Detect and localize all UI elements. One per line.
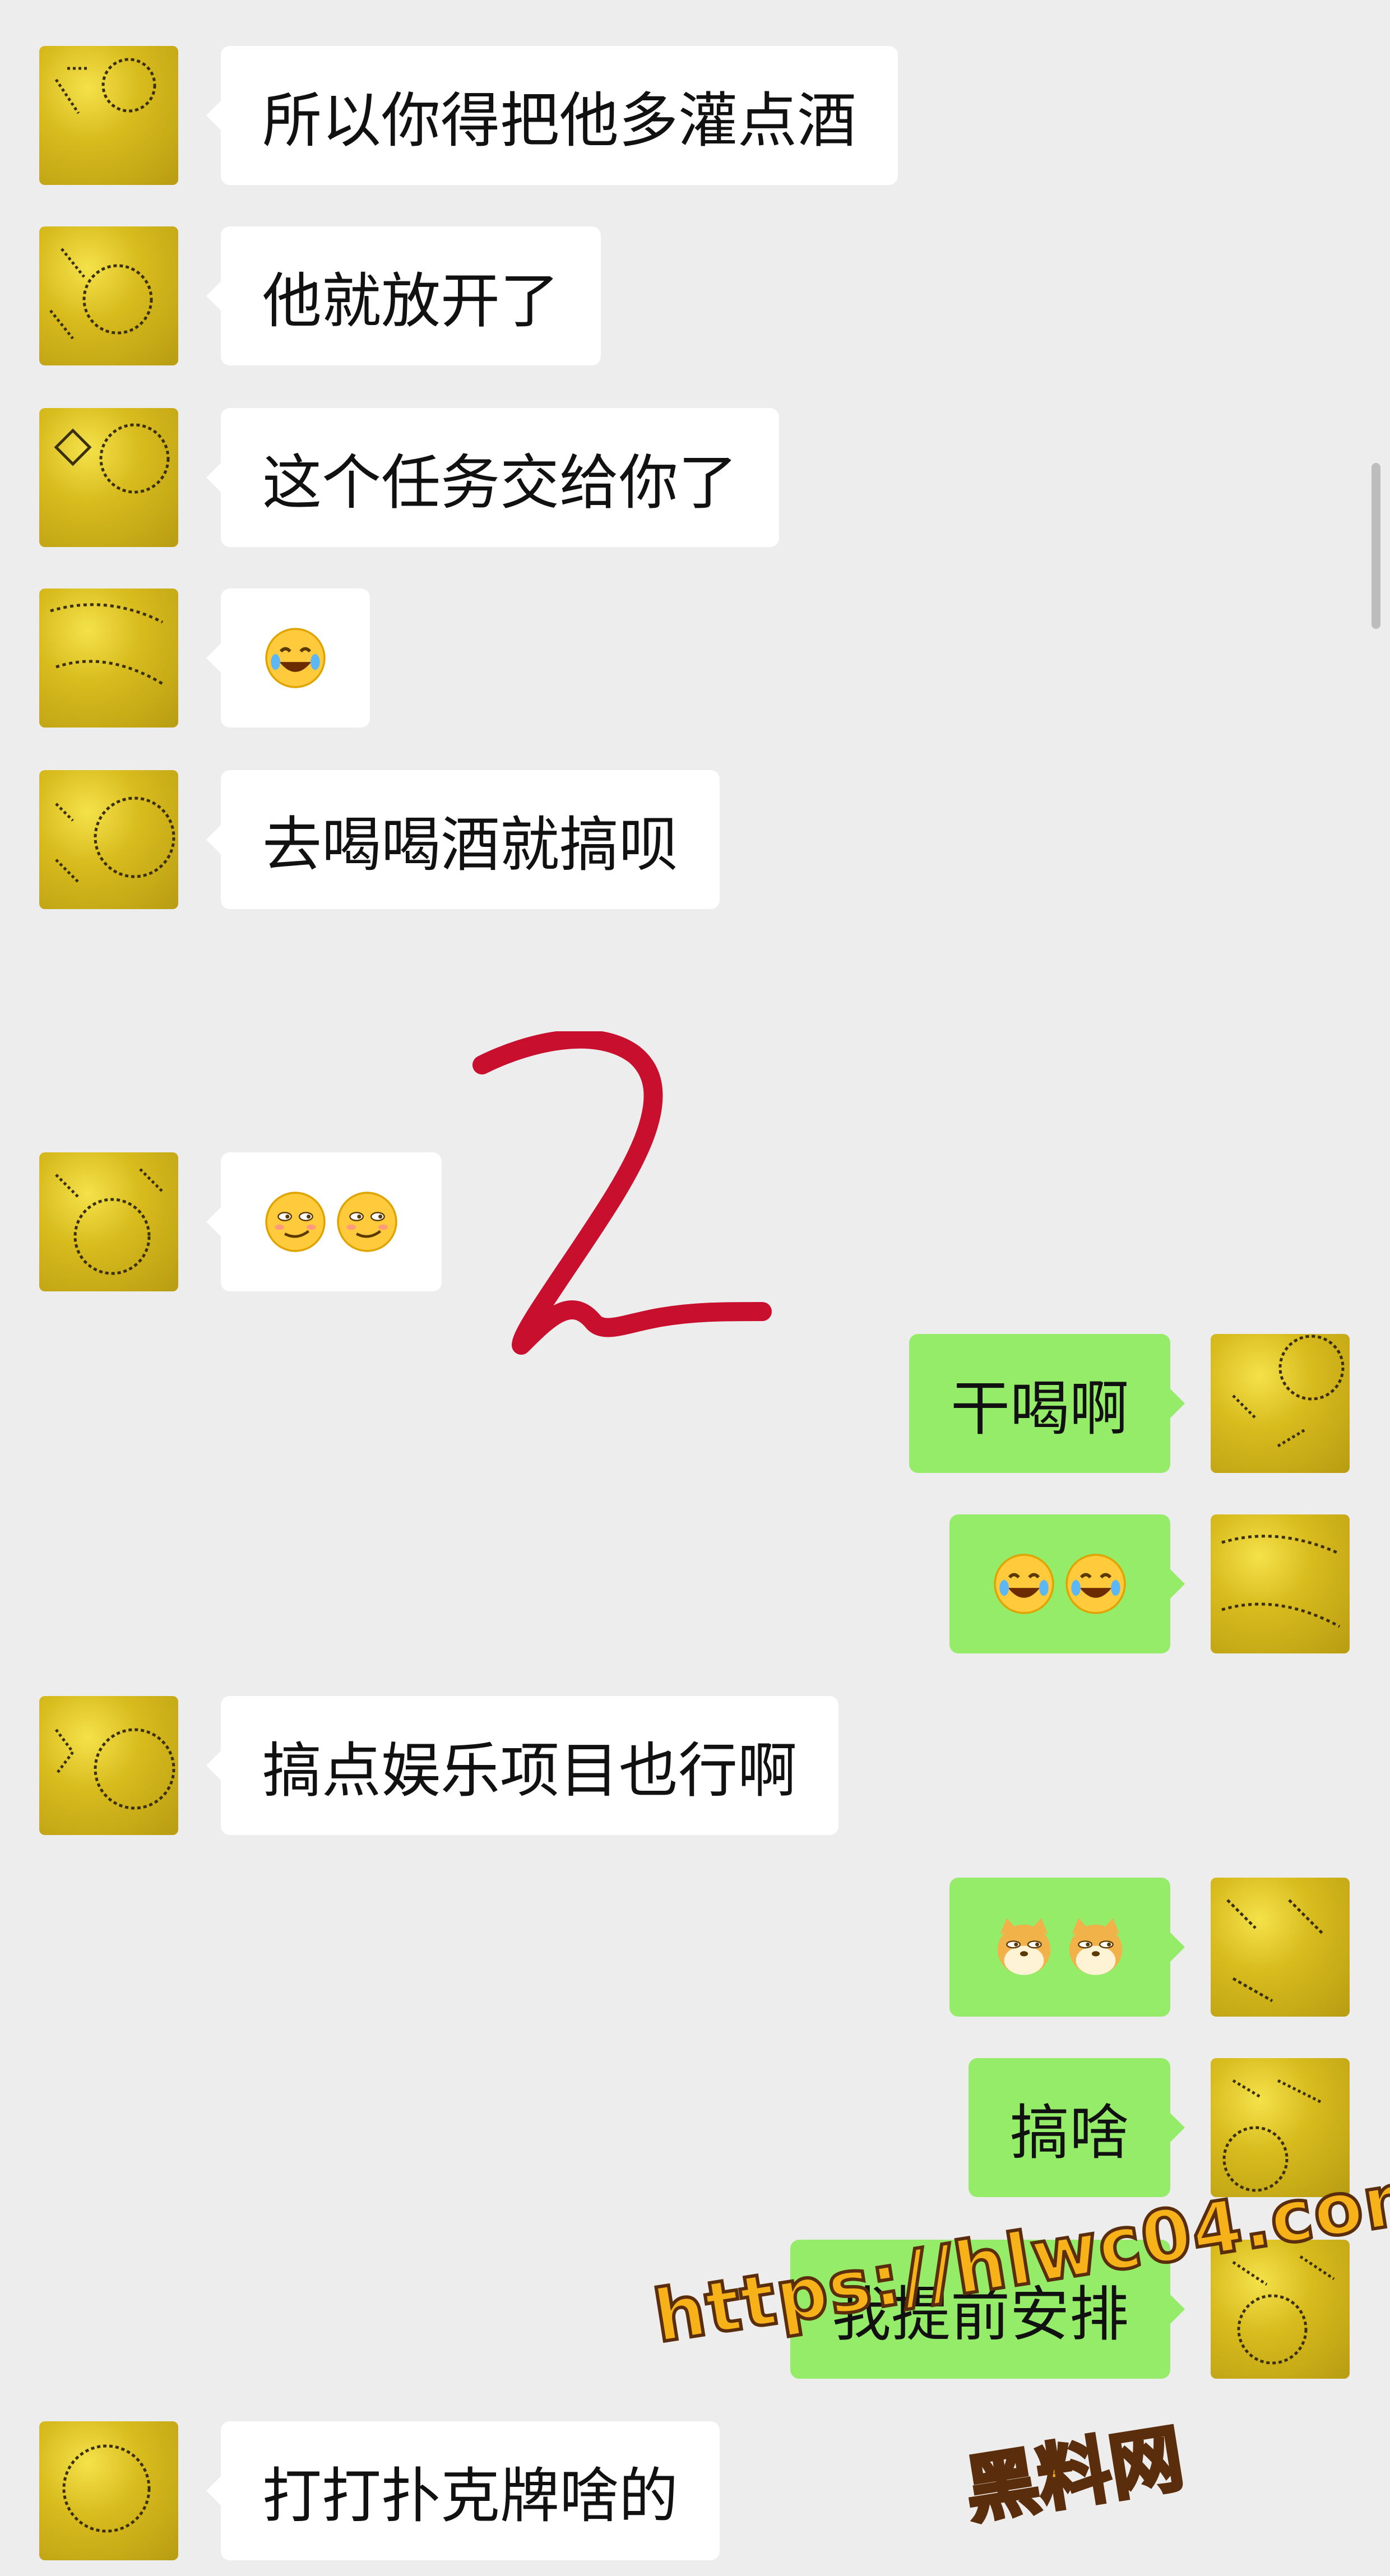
avatar[interactable] — [39, 226, 178, 365]
message-bubble[interactable]: 搞点娱乐项目也行啊 — [206, 1696, 838, 1835]
message-bubble[interactable]: 打打扑克牌啥的 — [206, 2421, 720, 2560]
tears-of-joy-emoji-icon — [1065, 1554, 1126, 1614]
message-bubble[interactable]: 所以你得把他多灌点酒 — [206, 46, 898, 185]
scrollbar[interactable] — [1372, 463, 1380, 629]
message-outgoing — [0, 1514, 1390, 1653]
message-text: 干喝啊 — [951, 1374, 1129, 1443]
message-bubble[interactable] — [949, 1878, 1185, 2017]
message-bubble[interactable] — [949, 1514, 1185, 1653]
emoji-row — [991, 1551, 1129, 1617]
message-text: 这个任务交给你了 — [262, 448, 738, 517]
message-text: 搞啥 — [1010, 2098, 1129, 2167]
emoji-row — [262, 1189, 400, 1255]
message-text: 所以你得把他多灌点酒 — [262, 86, 856, 155]
doge-emoji-icon — [997, 1918, 1051, 1975]
emoji-row — [991, 1914, 1129, 1980]
message-bubble[interactable] — [206, 589, 370, 728]
message-bubble[interactable]: 搞啥 — [969, 2058, 1185, 2197]
avatar[interactable] — [39, 1696, 178, 1835]
message-incoming: 去喝喝酒就搞呗 — [0, 770, 1390, 909]
tears-of-joy-emoji-icon — [265, 628, 326, 688]
message-incoming: 搞点娱乐项目也行啊 — [0, 1696, 1390, 1835]
smirk-face-emoji-icon — [265, 1192, 326, 1252]
message-outgoing — [0, 1878, 1390, 2017]
avatar[interactable] — [39, 2421, 178, 2560]
message-outgoing: 搞啥 — [0, 2058, 1390, 2197]
message-incoming — [0, 589, 1390, 728]
avatar[interactable] — [39, 46, 178, 185]
avatar[interactable] — [39, 770, 178, 909]
message-incoming: 所以你得把他多灌点酒 — [0, 46, 1390, 185]
message-bubble[interactable]: 这个任务交给你了 — [206, 408, 779, 547]
doge-emoji-icon — [1069, 1918, 1123, 1975]
watermark-name: 黑料网 — [958, 2413, 1190, 2535]
message-bubble[interactable]: 干喝啊 — [909, 1334, 1185, 1473]
emoji-row — [262, 625, 328, 691]
message-text: 去喝喝酒就搞呗 — [262, 810, 678, 879]
avatar[interactable] — [39, 589, 178, 728]
avatar[interactable] — [1211, 1878, 1350, 2017]
avatar[interactable] — [1211, 1514, 1350, 1653]
smirk-face-emoji-icon — [337, 1192, 397, 1252]
message-text: 搞点娱乐项目也行啊 — [262, 1736, 797, 1805]
avatar[interactable] — [39, 408, 178, 547]
message-incoming: 这个任务交给你了 — [0, 408, 1390, 547]
message-bubble[interactable] — [206, 1152, 442, 1291]
watermark: https://hlwc04.com 黑料网 — [647, 2151, 1390, 2567]
message-text: 他就放开了 — [262, 267, 559, 336]
message-bubble[interactable]: 去喝喝酒就搞呗 — [206, 770, 720, 909]
avatar[interactable] — [39, 1152, 178, 1291]
message-incoming: 他就放开了 — [0, 226, 1390, 365]
message-bubble[interactable]: 他就放开了 — [206, 226, 601, 365]
tears-of-joy-emoji-icon — [994, 1554, 1054, 1614]
handwritten-annotation: 2 — [472, 1031, 772, 1355]
message-text: 打打扑克牌啥的 — [262, 2462, 678, 2531]
avatar[interactable] — [1211, 1334, 1350, 1473]
